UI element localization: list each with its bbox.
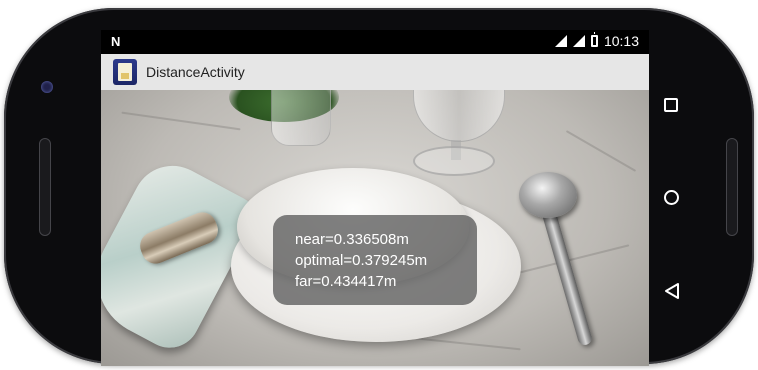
signal-icon — [554, 35, 567, 47]
recents-square-icon[interactable] — [664, 98, 678, 112]
notification-icon: N — [111, 34, 121, 49]
optimal-distance: optimal=0.379245m — [295, 252, 428, 269]
far-distance: far=0.434417m — [295, 273, 397, 290]
speaker-right — [726, 138, 738, 236]
glass-vase — [271, 90, 331, 146]
spoon — [519, 172, 577, 218]
home-circle-icon[interactable] — [664, 190, 679, 205]
screen: N 10:13 DistanceActivity near=0.336508m … — [101, 30, 649, 366]
wine-glass-foot — [413, 146, 495, 176]
status-bar: N 10:13 — [101, 30, 649, 54]
phone-frame: N 10:13 DistanceActivity near=0.336508m … — [4, 8, 754, 366]
front-camera — [41, 81, 53, 93]
app-bar: DistanceActivity — [101, 54, 649, 90]
app-icon — [113, 59, 137, 85]
navigation-bar — [654, 8, 694, 370]
speaker-left — [39, 138, 51, 236]
app-title: DistanceActivity — [146, 64, 245, 80]
marble-vein — [565, 130, 637, 172]
spoon-handle — [541, 208, 594, 347]
signal-icon — [572, 35, 585, 47]
status-time: 10:13 — [603, 33, 639, 49]
marble-vein — [121, 111, 241, 131]
distance-overlay: near=0.336508m optimal=0.379245m far=0.4… — [273, 215, 477, 305]
near-distance: near=0.336508m — [295, 231, 409, 248]
status-icons: 10:13 — [554, 32, 639, 49]
wine-glass — [413, 90, 505, 142]
battery-icon — [590, 32, 598, 47]
back-triangle-icon[interactable] — [663, 282, 681, 300]
camera-preview: near=0.336508m optimal=0.379245m far=0.4… — [101, 90, 649, 366]
